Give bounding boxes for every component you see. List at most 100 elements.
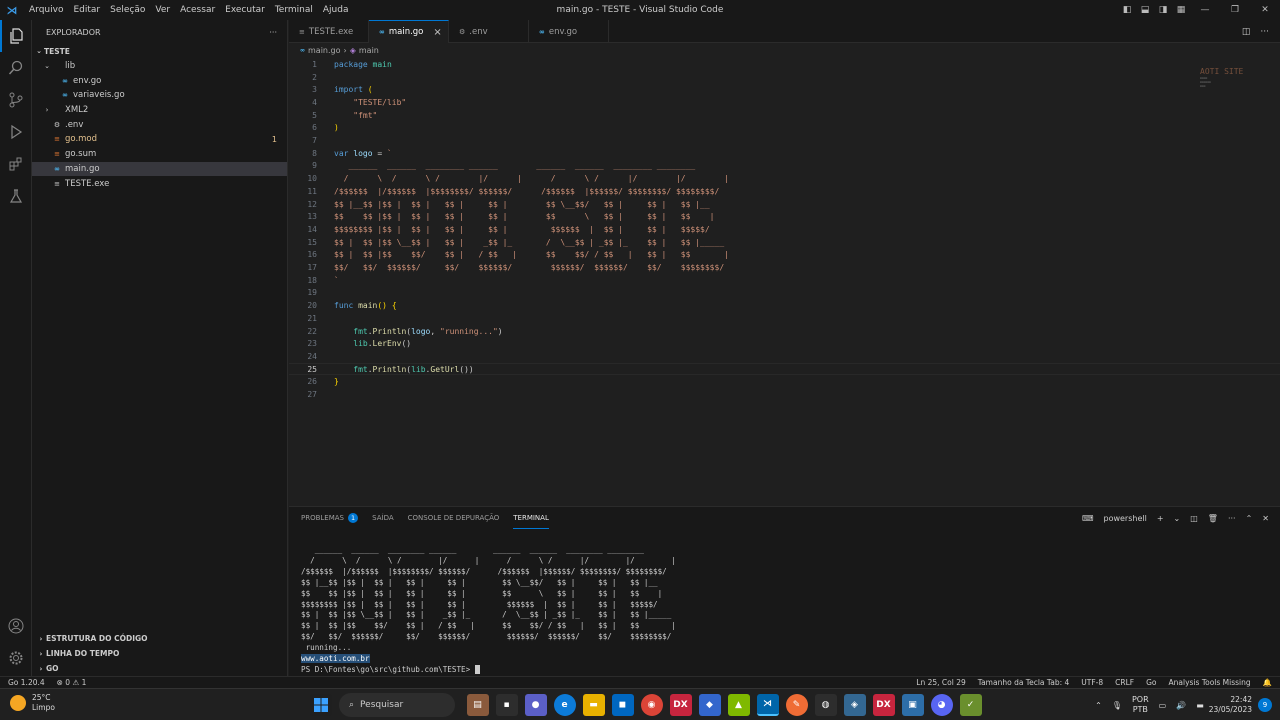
code-line[interactable]: 27 (289, 388, 1280, 401)
tree-item[interactable]: ∞ env.go (32, 73, 287, 88)
tree-item[interactable]: ≡ go.mod 1 (32, 132, 287, 147)
split-terminal-icon[interactable]: ◫ (1190, 514, 1198, 523)
panel-tab[interactable]: CONSOLE DE DEPURAÇÃO (408, 507, 500, 529)
maximize-button[interactable]: ❐ (1220, 5, 1250, 15)
run-debug-icon[interactable] (0, 116, 32, 148)
taskbar-search[interactable]: ⌕ Pesquisar (339, 693, 455, 717)
task-view-icon[interactable]: ▪ (495, 694, 518, 716)
network-icon[interactable]: ▭ (1159, 701, 1167, 710)
toggle-panel-icon[interactable]: ⬓ (1139, 5, 1151, 15)
minimize-button[interactable]: — (1190, 5, 1220, 15)
explorer-more-actions-button[interactable]: ··· (269, 28, 277, 37)
widgets-icon[interactable]: ▤ (466, 694, 489, 716)
notifications-bell-icon[interactable]: 🔔 (1263, 678, 1272, 687)
menu-selecao[interactable]: Seleção (105, 0, 150, 20)
status-eol[interactable]: CRLF (1115, 678, 1134, 687)
code-line[interactable]: 7 (289, 134, 1280, 147)
code-line[interactable]: 18 ` (289, 274, 1280, 287)
discord-icon[interactable]: ◕ (930, 694, 953, 716)
minimap[interactable]: AOTI SITE ▬▬▬▬ ▬▬▬▬▬▬ ▬▬▬ (1200, 67, 1260, 97)
battery-icon[interactable]: ▬ (1196, 701, 1204, 710)
status-tab-size[interactable]: Tamanho da Tecla Tab: 4 (978, 678, 1070, 687)
code-line[interactable]: 19 (289, 287, 1280, 300)
menu-editar[interactable]: Editar (68, 0, 105, 20)
menu-executar[interactable]: Executar (220, 0, 270, 20)
menu-ajuda[interactable]: Ajuda (318, 0, 354, 20)
editor-tab[interactable]: ∞ env.go (529, 20, 609, 43)
code-line[interactable]: 13 $$ $$ |$$ | $$ | $$ | $$ | $$ \ $$ | $… (289, 210, 1280, 223)
breadcrumb-symbol[interactable]: main (359, 46, 379, 55)
status-cursor-position[interactable]: Ln 25, Col 29 (916, 678, 965, 687)
close-window-button[interactable]: ✕ (1250, 5, 1280, 15)
code-line[interactable]: 5 "fmt" (289, 109, 1280, 122)
new-terminal-icon[interactable]: + (1157, 514, 1164, 523)
code-line[interactable]: 9 ______ ______ ________ ______ ______ _… (289, 160, 1280, 173)
code-line[interactable]: 23 lib.LerEnv() (289, 337, 1280, 350)
code-line[interactable]: 16 $$ | $$ |$$ $$/ $$ | / $$ | $$ $$/ / $… (289, 249, 1280, 262)
windows-start-icon[interactable] (309, 694, 332, 716)
file-explorer-icon[interactable]: ▬ (582, 694, 605, 716)
database-icon[interactable]: ◈ (843, 694, 866, 716)
testing-icon[interactable] (0, 180, 32, 212)
source-control-icon[interactable] (0, 84, 32, 116)
notification-count[interactable]: 9 (1258, 698, 1272, 712)
more-actions-icon[interactable]: ··· (1228, 514, 1236, 523)
code-editor[interactable]: 1 package main 2 3 import (4 "TESTE/lib" 5 "f… (289, 57, 1280, 505)
status-language[interactable]: Go (1146, 678, 1156, 687)
menu-acessar[interactable]: Acessar (175, 0, 220, 20)
accounts-icon[interactable] (0, 610, 32, 642)
tree-item[interactable]: › XML2 (32, 103, 287, 118)
app-icon-2[interactable]: ▲ (727, 694, 750, 716)
search-icon[interactable] (0, 52, 32, 84)
code-line[interactable]: 26} (289, 376, 1280, 389)
editor-tab[interactable]: ∞ main.go × (369, 20, 449, 43)
menu-terminal[interactable]: Terminal (270, 0, 318, 20)
code-line[interactable]: 6) (289, 122, 1280, 135)
more-actions-icon[interactable]: ··· (1260, 27, 1269, 37)
tree-item[interactable]: ≡ go.sum (32, 147, 287, 162)
code-line[interactable]: 17 $$/ $$/ $$$$$$/ $$/ $$$$$$/ $$$$$$/ $$… (289, 261, 1280, 274)
app-icon-5[interactable]: ✓ (959, 694, 982, 716)
section-outline[interactable]: › ESTRUTURA DO CÓDIGO (32, 631, 287, 646)
menu-ver[interactable]: Ver (150, 0, 175, 20)
code-line[interactable]: 24 (289, 350, 1280, 363)
app-icon-1[interactable]: ◆ (698, 694, 721, 716)
teams-chat-icon[interactable]: ● (524, 694, 547, 716)
panel-tab[interactable]: TERMINAL (513, 507, 549, 529)
code-line[interactable]: 11 /$$$$$$ |/$$$$$$ |$$$$$$$$/ $$$$$$/ /$… (289, 185, 1280, 198)
code-line[interactable]: 4 "TESTE/lib" (289, 96, 1280, 109)
section-timeline[interactable]: › LINHA DO TEMPO (32, 646, 287, 661)
app-dx-icon[interactable]: DX (669, 694, 692, 716)
chrome-icon[interactable]: ◉ (640, 694, 663, 716)
toggle-sidebar-icon[interactable]: ◧ (1121, 5, 1133, 15)
code-line[interactable]: 21 (289, 312, 1280, 325)
tree-item[interactable]: ∞ main.go (32, 161, 287, 177)
breadcrumb-file[interactable]: main.go (308, 46, 341, 55)
editor-tab[interactable]: ≡ TESTE.exe (289, 20, 369, 43)
trash-icon[interactable]: 🗑 (1208, 514, 1218, 523)
code-line[interactable]: 22 fmt.Println(logo, "running...") (289, 325, 1280, 338)
status-problems[interactable]: ⊗ 0 ⚠ 1 (57, 678, 87, 687)
store-icon[interactable]: ◼ (611, 694, 634, 716)
app-icon-3[interactable]: ◍ (814, 694, 837, 716)
status-go-version[interactable]: Go 1.20.4 (8, 678, 45, 687)
code-line[interactable]: 2 (289, 71, 1280, 84)
code-line[interactable]: 20 func main() { (289, 299, 1280, 312)
menu-arquivo[interactable]: Arquivo (24, 0, 68, 20)
chevron-up-icon[interactable]: ⌃ (1095, 701, 1102, 710)
section-go[interactable]: › GO (32, 661, 287, 676)
layout-icon[interactable]: ▦ (1175, 5, 1187, 15)
code-line[interactable]: 10 / \ / \ / |/ | / \ / |/ |/ | (289, 172, 1280, 185)
vscode-taskbar-icon[interactable]: ⋊ (756, 694, 779, 716)
postman-icon[interactable]: ✎ (785, 694, 808, 716)
microphone-icon[interactable]: 🎙 (1112, 701, 1122, 710)
clock[interactable]: 22:42 23/05/2023 (1209, 695, 1252, 715)
status-encoding[interactable]: UTF-8 (1081, 678, 1103, 687)
panel-tab[interactable]: SAÍDA (372, 507, 393, 529)
tree-root-folder[interactable]: ⌄ TESTE (32, 44, 287, 59)
manage-gear-icon[interactable] (0, 642, 32, 674)
edge-browser-icon[interactable]: e (553, 694, 576, 716)
close-tab-icon[interactable]: × (433, 27, 441, 38)
code-line[interactable]: 15 $$ | $$ |$$ \__$$ | $$ | _$$ |_ / \__$… (289, 236, 1280, 249)
extensions-icon[interactable] (0, 148, 32, 180)
